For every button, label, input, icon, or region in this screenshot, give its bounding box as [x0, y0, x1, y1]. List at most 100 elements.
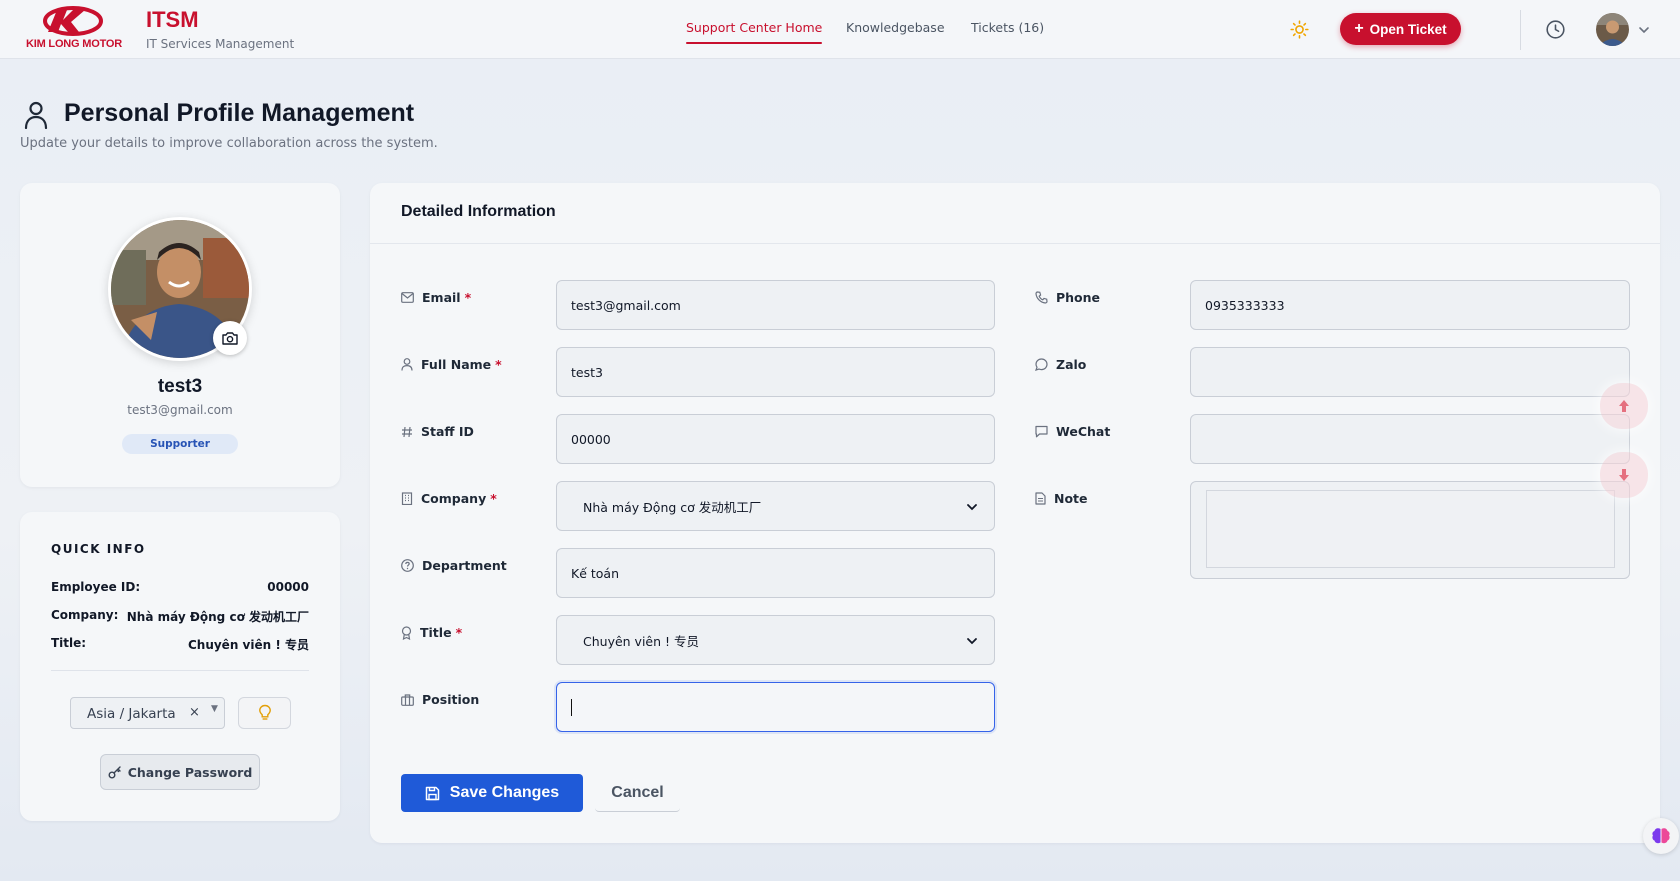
mail-icon: [401, 292, 414, 303]
save-changes-label: Save Changes: [449, 784, 560, 801]
email-label-text: Email: [422, 290, 461, 305]
note-textarea[interactable]: [1206, 490, 1615, 568]
note-field[interactable]: [1190, 481, 1630, 579]
staff-id-label-text: Staff ID: [421, 424, 474, 439]
full-name-label-text: Full Name: [421, 357, 492, 372]
staff-id-field[interactable]: 00000: [556, 414, 995, 464]
brand-name: KIM LONG MOTOR: [26, 38, 122, 50]
email-field[interactable]: test3@gmail.com: [556, 280, 995, 330]
role-badge: Supporter: [122, 434, 238, 454]
quick-info-value: 00000: [267, 580, 309, 594]
department-label: Department: [401, 558, 507, 573]
staff-id-value: 00000: [571, 431, 611, 447]
title-select[interactable]: Chuyên viên ! 专员: [556, 615, 995, 665]
change-photo-button[interactable]: [213, 321, 247, 355]
save-changes-button[interactable]: Save Changes: [401, 774, 583, 812]
quick-info-label: Employee ID:: [51, 580, 141, 594]
chevron-down-icon[interactable]: [1638, 24, 1650, 36]
required-marker: *: [495, 357, 502, 372]
nav-knowledgebase[interactable]: Knowledgebase: [846, 20, 945, 35]
position-label-text: Position: [422, 692, 480, 707]
full-name-value: test3: [571, 364, 603, 380]
person-icon: [401, 358, 413, 371]
staff-id-label: Staff ID: [401, 424, 474, 439]
timezone-hint-button[interactable]: [238, 697, 291, 729]
text-caret: [571, 698, 572, 716]
zalo-label: Zalo: [1035, 357, 1086, 372]
change-password-label: Change Password: [127, 764, 253, 780]
sun-icon[interactable]: [1290, 20, 1309, 39]
brain-icon: [1652, 828, 1670, 844]
department-field[interactable]: Kế toán: [556, 548, 995, 598]
building-icon: [401, 492, 413, 505]
app-title: ITSM: [146, 7, 199, 32]
page-subtitle: Update your details to improve collabora…: [20, 136, 438, 151]
company-select[interactable]: Nhà máy Động cơ 发动机工厂: [556, 481, 995, 531]
kim-long-logo-icon: [43, 6, 103, 36]
key-icon: [108, 766, 121, 779]
profile-card: test3 test3@gmail.com Supporter: [20, 183, 340, 487]
phone-label: Phone: [1035, 290, 1100, 305]
quick-info-card: QUICK INFO Employee ID: 00000 Company: N…: [20, 512, 340, 821]
zalo-field[interactable]: [1190, 347, 1630, 397]
email-value: test3@gmail.com: [571, 297, 681, 313]
hash-icon: [402, 426, 412, 437]
app-subtitle: IT Services Management: [146, 37, 295, 51]
email-label: Email *: [401, 290, 471, 305]
save-icon: [425, 786, 440, 800]
user-avatar[interactable]: [1596, 13, 1629, 46]
file-icon: [1035, 492, 1046, 505]
required-marker: *: [490, 491, 497, 506]
wechat-field[interactable]: [1190, 414, 1630, 464]
company-label: Company *: [401, 491, 497, 506]
position-field[interactable]: [556, 682, 995, 732]
timezone-select[interactable]: Asia / Jakarta × ▼: [70, 697, 225, 729]
quick-info-value: Nhà máy Động cơ 发动机工厂: [126, 610, 309, 624]
title-value: Chuyên viên ! 专员: [583, 633, 699, 649]
nav-tickets[interactable]: Tickets (16): [971, 20, 1044, 35]
title-label-text: Title: [420, 625, 452, 640]
note-label-text: Note: [1054, 491, 1088, 506]
position-label: Position: [401, 692, 479, 707]
phone-label-text: Phone: [1056, 290, 1101, 305]
lightbulb-icon: [258, 704, 271, 720]
chat-circle-icon: [1035, 358, 1048, 371]
section-title: Detailed Information: [401, 203, 556, 220]
dropdown-arrow-icon[interactable]: ▼: [211, 704, 218, 714]
scroll-up-button[interactable]: [1600, 383, 1648, 429]
nav-support-center-home[interactable]: Support Center Home: [686, 20, 823, 44]
header-divider: [1520, 10, 1521, 50]
quick-info-label: Company:: [51, 608, 119, 622]
clock-icon[interactable]: [1545, 19, 1566, 40]
clear-icon[interactable]: ×: [189, 705, 200, 720]
detailed-info-card: Detailed Information Email * Full Name * S…: [370, 183, 1660, 843]
change-password-button[interactable]: Change Password: [100, 754, 260, 790]
profile-email: test3@gmail.com: [127, 403, 233, 417]
wechat-label-text: WeChat: [1056, 424, 1111, 439]
user-icon: [24, 101, 48, 129]
phone-value: 0935333333: [1205, 297, 1285, 313]
wechat-label: WeChat: [1035, 424, 1110, 439]
scroll-down-button[interactable]: [1600, 452, 1648, 498]
chevron-down-icon: [967, 638, 977, 645]
briefcase-icon: [401, 693, 414, 706]
cancel-button[interactable]: Cancel: [595, 774, 680, 812]
company-value: Nhà máy Động cơ 发动机工厂: [583, 499, 762, 515]
brand-logo[interactable]: KIM LONG MOTOR: [19, 6, 129, 52]
required-marker: *: [455, 625, 463, 640]
ai-assistant-button[interactable]: [1643, 818, 1679, 854]
divider: [370, 243, 1660, 244]
phone-icon: [1035, 291, 1048, 304]
full-name-field[interactable]: test3: [556, 347, 995, 397]
timezone-value: Asia / Jakarta: [87, 706, 176, 722]
profile-name: test3: [157, 376, 203, 397]
department-value: Kế toán: [571, 565, 619, 581]
open-ticket-button[interactable]: + Open Ticket: [1340, 13, 1461, 45]
phone-field[interactable]: 0935333333: [1190, 280, 1630, 330]
required-marker: *: [464, 290, 472, 305]
arrow-up-icon: [1619, 400, 1629, 412]
title-label: Title *: [401, 625, 462, 640]
chevron-down-icon: [967, 504, 977, 511]
quick-info-title: QUICK INFO: [51, 542, 146, 556]
open-ticket-label: Open Ticket: [1369, 21, 1447, 37]
